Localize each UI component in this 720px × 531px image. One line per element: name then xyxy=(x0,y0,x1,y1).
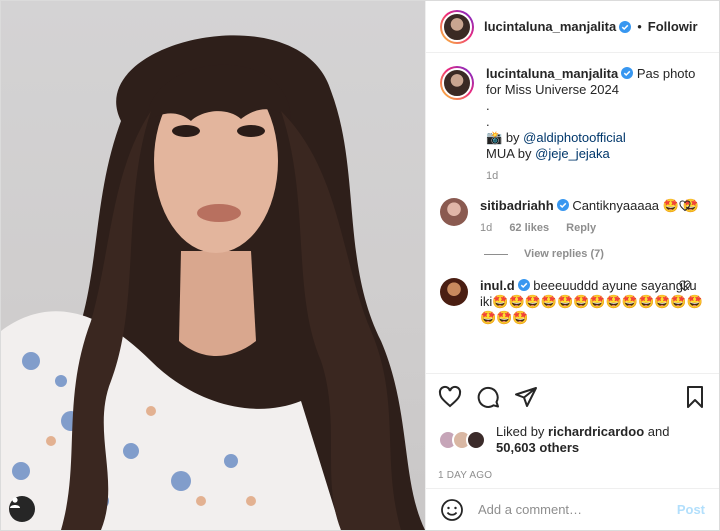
photographer-mention[interactable]: @aldiphotoofficial xyxy=(523,130,626,145)
likes-count[interactable]: 50,603 others xyxy=(496,440,579,455)
caption-time[interactable]: 1d xyxy=(486,170,498,182)
liker-avatars[interactable] xyxy=(438,430,490,450)
comment-username[interactable]: sitibadriahh xyxy=(480,198,554,213)
author-username[interactable]: lucintaluna_manjalita xyxy=(484,19,616,34)
post-photo[interactable] xyxy=(1,1,425,530)
post-comment-button[interactable]: Post xyxy=(677,502,705,517)
mua-label: MUA by xyxy=(486,146,532,161)
post-date[interactable]: 1 DAY AGO xyxy=(438,470,707,481)
comment-item: inul.d beeeuuddd ayune sayangku iki🤩🤩🤩🤩🤩… xyxy=(440,278,705,326)
commenter-avatar[interactable] xyxy=(440,278,468,306)
liked-by-user[interactable]: richardricardoo xyxy=(548,424,644,439)
caption-dot: . xyxy=(486,114,490,129)
verified-icon xyxy=(517,279,530,291)
smiley-icon[interactable] xyxy=(440,498,464,522)
follow-button[interactable]: Followir xyxy=(648,19,698,34)
reply-button[interactable]: Reply xyxy=(566,222,596,234)
commenter-avatar[interactable] xyxy=(440,198,468,226)
verified-icon xyxy=(619,20,632,33)
post-modal: lucintaluna_manjalita • Followir lucinta… xyxy=(0,0,720,531)
liked-by-label: Liked by xyxy=(496,424,545,439)
add-comment-bar: Post xyxy=(426,488,719,530)
post-header: lucintaluna_manjalita • Followir xyxy=(426,1,719,53)
bookmark-icon[interactable] xyxy=(683,385,707,409)
add-comment-input[interactable] xyxy=(478,502,677,517)
heart-icon[interactable] xyxy=(438,385,462,409)
mua-mention[interactable]: @jeje_jejaka xyxy=(535,146,610,161)
caption-dot: . xyxy=(486,98,490,113)
post-actions: Liked by richardricardoo and 50,603 othe… xyxy=(426,373,719,481)
comments-list[interactable]: lucintaluna_manjalita Pas photo for Miss… xyxy=(426,54,719,372)
caption-avatar[interactable] xyxy=(440,66,474,100)
heart-icon[interactable] xyxy=(679,280,691,292)
heart-icon[interactable] xyxy=(679,200,691,212)
share-icon[interactable] xyxy=(514,385,538,409)
camera-emoji: 📸 xyxy=(486,130,503,145)
likes-summary: Liked by richardricardoo and 50,603 othe… xyxy=(438,424,707,456)
comment-item: sitibadriahh Cantiknyaaaaa 🤩 🤩 1d 62 lik… xyxy=(440,198,705,236)
comment-time[interactable]: 1d xyxy=(480,222,492,234)
caption: lucintaluna_manjalita Pas photo for Miss… xyxy=(440,66,705,184)
verified-icon xyxy=(621,67,634,79)
comment-likes[interactable]: 62 likes xyxy=(509,222,549,234)
comment-icon[interactable] xyxy=(476,385,500,409)
caption-username[interactable]: lucintaluna_manjalita xyxy=(486,66,618,81)
comment-username[interactable]: inul.d xyxy=(480,278,515,293)
likes-and: and xyxy=(647,424,670,439)
view-replies-button[interactable]: View replies (7) xyxy=(484,248,705,260)
author-avatar[interactable] xyxy=(440,9,474,44)
header-separator: • xyxy=(637,19,642,34)
view-replies-label: View replies (7) xyxy=(524,248,604,260)
verified-icon xyxy=(556,199,569,211)
portrait-illustration xyxy=(1,35,425,530)
user-tag-icon[interactable] xyxy=(9,496,35,522)
post-side-panel: lucintaluna_manjalita • Followir lucinta… xyxy=(425,1,719,530)
by-label: by xyxy=(505,130,520,145)
